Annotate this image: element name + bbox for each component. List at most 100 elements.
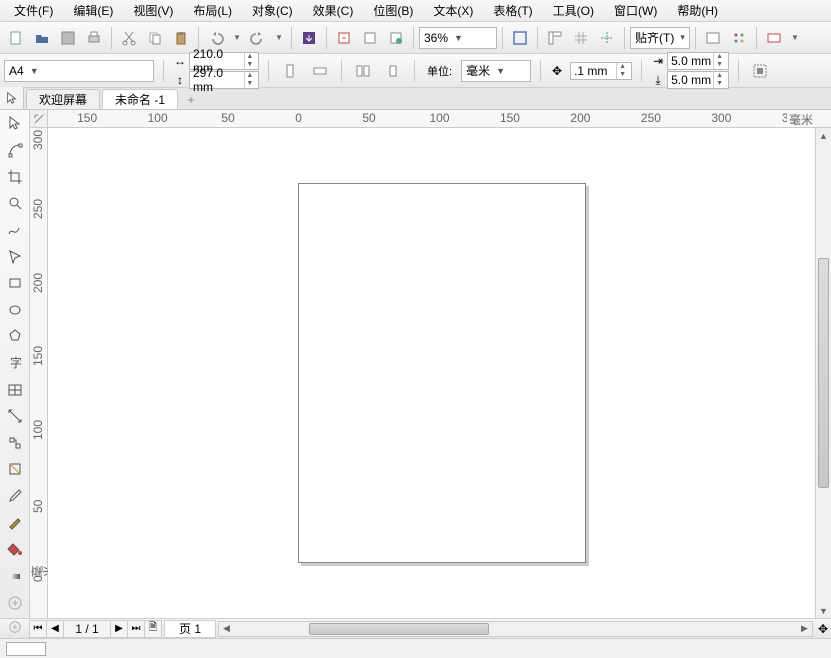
menu-layout[interactable]: 布局(L) [183,0,242,22]
canvas[interactable] [48,128,815,618]
next-page-button[interactable]: ▶ [110,620,128,638]
outline-tool[interactable] [3,511,27,534]
menu-view[interactable]: 视图(V) [123,0,183,22]
freehand-tool[interactable] [3,219,27,242]
show-grid-button[interactable] [569,26,593,50]
spin-down-icon[interactable]: ▼ [616,71,628,79]
pick-tool[interactable] [3,112,27,135]
text-tool[interactable]: 字 [3,352,27,375]
menu-object[interactable]: 对象(C) [242,0,303,22]
paste-button[interactable] [169,26,193,50]
page-tab[interactable]: 页 1 [164,620,216,638]
dimension-tool[interactable] [3,405,27,428]
spin-up-icon[interactable]: ▲ [244,72,255,80]
interactive-tool[interactable] [3,458,27,481]
vertical-scrollbar[interactable]: ▲ ▼ [815,128,831,618]
spin-up-icon[interactable]: ▲ [713,53,725,61]
landscape-button[interactable] [308,59,332,83]
rectangle-tool[interactable] [3,272,27,295]
treat-as-filled-button[interactable] [748,59,772,83]
redo-button[interactable] [246,26,270,50]
current-page-button[interactable] [381,59,405,83]
pick-tool-tab[interactable] [0,87,24,109]
zoom-combo[interactable]: 36%▼ [419,27,497,49]
scroll-thumb[interactable] [818,258,829,488]
fill-swatch[interactable] [6,642,46,656]
scroll-up-icon[interactable]: ▲ [816,128,831,143]
show-guides-button[interactable] [595,26,619,50]
ellipse-tool[interactable] [3,298,27,321]
polygon-tool[interactable] [3,325,27,348]
scroll-thumb[interactable] [309,623,489,635]
nudge-input[interactable]: .1 mm▲▼ [570,62,632,80]
menu-window[interactable]: 窗口(W) [604,0,667,22]
pan-button[interactable]: ✥ [815,622,831,636]
table-tool[interactable] [3,378,27,401]
spin-down-icon[interactable]: ▼ [713,80,725,88]
app-launcher-button[interactable] [727,26,751,50]
menu-file[interactable]: 文件(F) [4,0,63,22]
crop-tool[interactable] [3,165,27,188]
scroll-left-icon[interactable]: ◀ [219,622,234,636]
fullscreen-button[interactable] [508,26,532,50]
options-button[interactable] [701,26,725,50]
menu-table[interactable]: 表格(T) [483,0,542,22]
menu-effects[interactable]: 效果(C) [303,0,364,22]
prev-page-button[interactable]: ◀ [46,620,64,638]
page-size-combo[interactable]: A4▼ [4,60,154,82]
welcome-dropdown-icon[interactable]: ▼ [788,31,802,45]
open-button[interactable] [30,26,54,50]
tab-document[interactable]: 未命名 -1 [102,89,178,109]
scroll-right-icon[interactable]: ▶ [797,622,812,636]
spin-up-icon[interactable]: ▲ [244,53,255,61]
redo-dropdown-icon[interactable]: ▼ [272,31,286,45]
menu-tools[interactable]: 工具(O) [543,0,604,22]
spin-down-icon[interactable]: ▼ [244,80,255,88]
undo-button[interactable] [204,26,228,50]
import-button[interactable] [297,26,321,50]
dup-x-input[interactable]: 5.0 mm▲▼ [667,52,729,70]
menu-bitmap[interactable]: 位图(B) [363,0,423,22]
spin-up-icon[interactable]: ▲ [616,63,628,71]
tab-welcome[interactable]: 欢迎屏幕 [26,89,100,109]
last-page-button[interactable]: ⏭ [127,620,145,638]
ruler-vertical[interactable]: 300 250 200 150 100 50 0 毫米 [30,128,48,618]
quick-customize-button[interactable] [3,591,27,614]
menu-text[interactable]: 文本(X) [423,0,483,22]
cut-button[interactable] [117,26,141,50]
snap-combo[interactable]: 贴齐(T)▾ [630,27,690,49]
first-page-button[interactable]: ⏮ [29,620,47,638]
interactive-fill-tool[interactable] [3,565,27,588]
spin-down-icon[interactable]: ▼ [713,61,725,69]
scroll-down-icon[interactable]: ▼ [816,603,831,618]
show-rulers-button[interactable] [543,26,567,50]
dup-y-input[interactable]: 5.0 mm▲▼ [667,71,729,89]
smart-fill-tool[interactable] [3,245,27,268]
menu-edit[interactable]: 编辑(E) [63,0,123,22]
shape-tool[interactable] [3,139,27,162]
units-combo[interactable]: 毫米▼ [461,60,531,82]
all-pages-button[interactable] [351,59,375,83]
publish2-button[interactable] [384,26,408,50]
ruler-horizontal[interactable]: 150 100 50 0 50 100 150 200 250 300 350 … [30,110,831,128]
export-button[interactable] [332,26,356,50]
horizontal-scrollbar[interactable]: ◀ ▶ [218,621,813,637]
fill-tool[interactable] [3,538,27,561]
portrait-button[interactable] [278,59,302,83]
copy-button[interactable] [143,26,167,50]
print-button[interactable] [82,26,106,50]
welcome-button[interactable] [762,26,786,50]
undo-dropdown-icon[interactable]: ▼ [230,31,244,45]
spin-up-icon[interactable]: ▲ [713,72,725,80]
eyedropper-tool[interactable] [3,485,27,508]
add-page-after-button[interactable]: 🗎 [144,620,162,638]
add-page-button[interactable] [0,620,30,637]
zoom-tool[interactable] [3,192,27,215]
page-height-input[interactable]: 297.0 mm▲▼ [189,71,259,89]
connector-tool[interactable] [3,432,27,455]
new-button[interactable] [4,26,28,50]
menu-help[interactable]: 帮助(H) [667,0,728,22]
publish-button[interactable] [358,26,382,50]
save-button[interactable] [56,26,80,50]
spin-down-icon[interactable]: ▼ [244,61,255,69]
